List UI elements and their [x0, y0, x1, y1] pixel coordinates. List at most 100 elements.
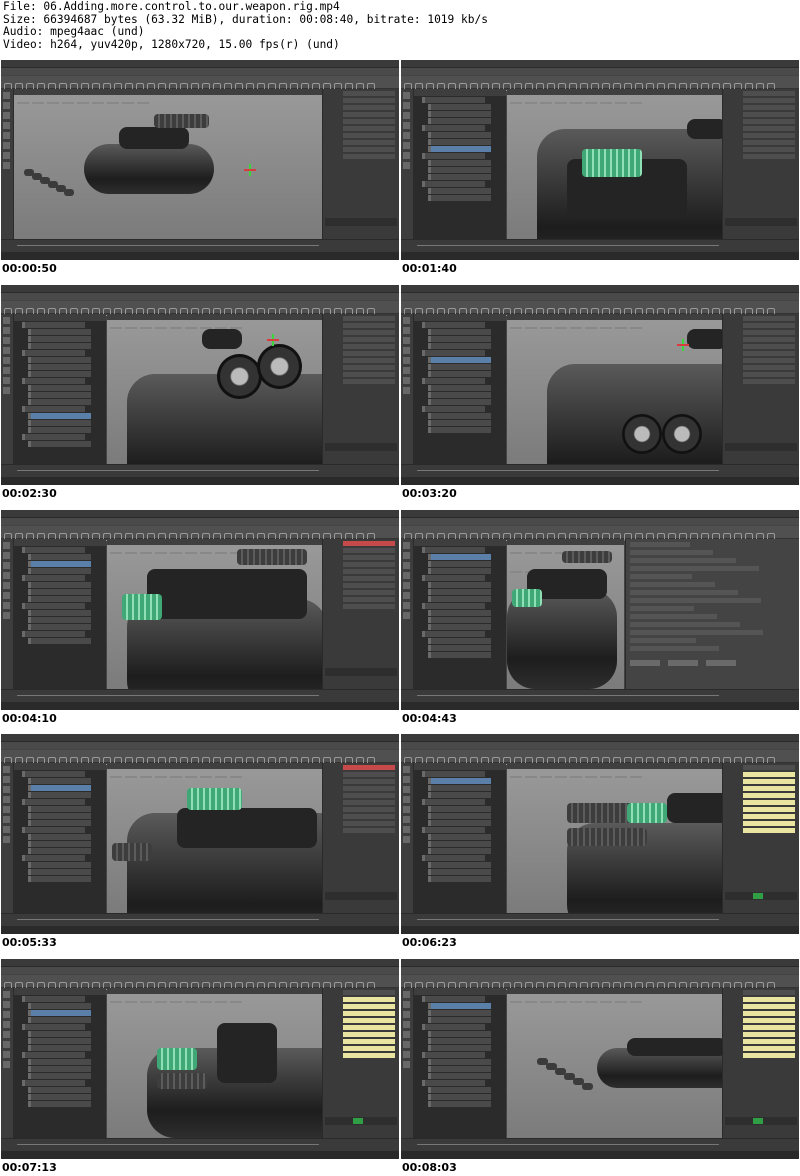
outliner-item[interactable]	[428, 342, 491, 349]
outliner-item[interactable]	[422, 153, 485, 159]
viewport-menu-item[interactable]	[200, 776, 212, 779]
channel-field[interactable]	[743, 1004, 795, 1010]
outliner-item[interactable]	[422, 546, 485, 553]
outliner-item[interactable]	[428, 167, 491, 173]
timeline[interactable]	[1, 688, 399, 702]
tool-icon[interactable]	[3, 796, 10, 804]
channel-field[interactable]	[343, 589, 395, 595]
channel-field[interactable]	[743, 371, 795, 377]
outliner-item[interactable]	[28, 356, 91, 363]
outliner-item[interactable]	[428, 160, 491, 166]
attribute-row[interactable]	[630, 629, 763, 635]
channel-field[interactable]	[343, 793, 395, 799]
channel-field[interactable]	[743, 814, 795, 820]
channel-field[interactable]	[743, 786, 795, 792]
outliner-item[interactable]	[428, 132, 491, 138]
tool-icon[interactable]	[3, 1001, 10, 1009]
outliner-item[interactable]	[428, 335, 491, 342]
viewport-menu-item[interactable]	[200, 551, 212, 554]
viewport-menu-item[interactable]	[125, 1001, 137, 1004]
command-line[interactable]	[1, 701, 399, 710]
outliner-item[interactable]	[422, 827, 485, 834]
channel-field[interactable]	[743, 990, 795, 996]
outliner-item[interactable]	[428, 398, 491, 405]
outliner-item[interactable]	[28, 1017, 91, 1024]
outliner-item[interactable]	[428, 813, 491, 820]
channel-field[interactable]	[743, 343, 795, 349]
tool-icon[interactable]	[403, 1041, 410, 1049]
outliner-item[interactable]	[428, 1066, 491, 1073]
channel-field[interactable]	[343, 357, 395, 363]
outliner-item[interactable]	[422, 630, 485, 637]
outliner-item[interactable]	[28, 553, 91, 560]
outliner-item[interactable]	[428, 616, 491, 623]
viewport[interactable]	[107, 538, 322, 690]
outliner-item[interactable]	[28, 370, 91, 377]
outliner-item[interactable]	[428, 188, 491, 194]
viewport-menu-item[interactable]	[125, 551, 137, 554]
channel-field[interactable]	[743, 98, 795, 103]
outliner-item[interactable]	[28, 616, 91, 623]
channel-field[interactable]	[743, 91, 795, 96]
channel-field[interactable]	[343, 329, 395, 335]
tool-icon[interactable]	[403, 152, 410, 159]
tool-icon[interactable]	[3, 326, 10, 334]
outliner-item[interactable]	[28, 419, 91, 426]
tool-icon[interactable]	[3, 541, 10, 549]
viewport-menu-item[interactable]	[185, 551, 197, 554]
outliner-item[interactable]	[422, 125, 485, 131]
tool-icon[interactable]	[403, 102, 410, 109]
outliner-item[interactable]	[28, 1045, 91, 1052]
tool-icon[interactable]	[3, 1011, 10, 1019]
channel-field[interactable]	[743, 322, 795, 328]
channel-field[interactable]	[343, 779, 395, 785]
outliner-item[interactable]	[28, 342, 91, 349]
viewport-menu-item[interactable]	[540, 551, 552, 554]
viewport-menu-item[interactable]	[170, 1001, 182, 1004]
outliner-item[interactable]	[28, 391, 91, 398]
channel-field[interactable]	[343, 821, 395, 827]
tool-icon[interactable]	[403, 561, 410, 569]
attribute-row[interactable]	[630, 637, 696, 643]
tool-icon[interactable]	[403, 142, 410, 149]
attribute-row[interactable]	[630, 557, 736, 563]
channel-field[interactable]	[343, 561, 395, 567]
outliner-item[interactable]	[28, 1087, 91, 1094]
viewport-menu-item[interactable]	[170, 551, 182, 554]
channel-field[interactable]	[343, 119, 395, 124]
tool-icon[interactable]	[403, 826, 410, 834]
outliner-item[interactable]	[28, 637, 91, 644]
outliner-item[interactable]	[428, 426, 491, 433]
outliner-item[interactable]	[428, 595, 491, 602]
outliner-item[interactable]	[428, 623, 491, 630]
viewport-menu-item[interactable]	[170, 776, 182, 779]
channel-field[interactable]	[743, 1046, 795, 1052]
outliner-item[interactable]	[22, 630, 85, 637]
outliner-item[interactable]	[428, 139, 491, 145]
timeline[interactable]	[401, 913, 799, 927]
tool-icon[interactable]	[403, 611, 410, 619]
tool-icon[interactable]	[3, 611, 10, 619]
attribute-row[interactable]	[630, 605, 694, 611]
video-thumbnail[interactable]	[1, 284, 399, 485]
outliner-item[interactable]	[22, 855, 85, 862]
layer-row[interactable]	[725, 892, 797, 901]
tool-icon[interactable]	[403, 806, 410, 814]
layer-row[interactable]	[325, 667, 397, 676]
viewport[interactable]	[507, 763, 722, 915]
tool-icon[interactable]	[403, 991, 410, 999]
viewport-menu-item[interactable]	[510, 1001, 522, 1004]
viewport-menu-item[interactable]	[540, 102, 552, 104]
outliner-item[interactable]	[28, 363, 91, 370]
viewport-menu-item[interactable]	[32, 102, 44, 104]
layer-row[interactable]	[725, 1117, 797, 1126]
tool-icon[interactable]	[3, 806, 10, 814]
video-thumbnail[interactable]	[401, 284, 799, 485]
tool-icon[interactable]	[3, 102, 10, 109]
channel-field[interactable]	[743, 821, 795, 827]
outliner-item[interactable]	[22, 433, 85, 440]
channel-field[interactable]	[343, 1004, 395, 1010]
outliner-item[interactable]	[28, 869, 91, 876]
tool-icon[interactable]	[3, 826, 10, 834]
timeline[interactable]	[1, 1138, 399, 1152]
